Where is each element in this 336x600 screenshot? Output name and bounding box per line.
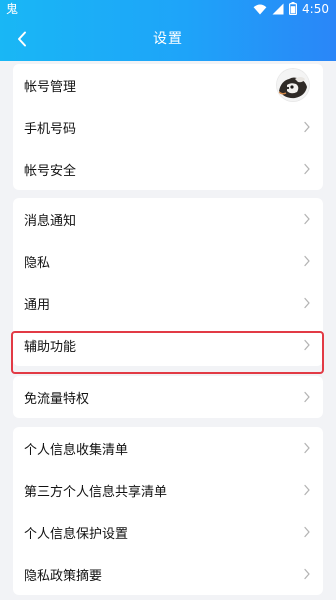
chevron-right-icon xyxy=(304,213,310,225)
account-management-label: 帐号管理 xyxy=(24,79,77,95)
chevron-right-icon xyxy=(304,526,310,538)
general-row[interactable]: 通用 xyxy=(13,282,323,324)
free-data-privilege-label: 免流量特权 xyxy=(24,391,90,407)
privacy-policy-summary-label: 隐私政策摘要 xyxy=(24,568,103,584)
phone-number-label: 手机号码 xyxy=(24,121,77,137)
header: 鬼 4:50 设置 xyxy=(0,0,336,61)
chevron-right-icon xyxy=(304,255,310,267)
nav-bar: 设置 xyxy=(0,19,336,59)
privacy-row[interactable]: 隐私 xyxy=(13,240,323,282)
status-time: 4:50 xyxy=(302,2,329,16)
status-app-icon: 鬼 xyxy=(6,2,19,16)
wifi-icon xyxy=(253,0,267,19)
message-notification-label: 消息通知 xyxy=(24,213,77,229)
privacy-policy-summary-row[interactable]: 隐私政策摘要 xyxy=(13,553,323,595)
general-label: 通用 xyxy=(24,297,51,313)
phone-number-row[interactable]: 手机号码 xyxy=(13,106,323,148)
general-settings-group: 消息通知 隐私 通用 辅助功能 xyxy=(13,198,323,366)
account-security-row[interactable]: 帐号安全 xyxy=(13,148,323,190)
account-settings-group: 帐号管理 手机号码 帐号安全 xyxy=(13,64,323,190)
personal-info-protection-settings-label: 个人信息保护设置 xyxy=(24,526,129,542)
accessibility-label: 辅助功能 xyxy=(24,339,77,355)
privacy-label: 隐私 xyxy=(24,255,51,271)
personal-info-protection-settings-row[interactable]: 个人信息保护设置 xyxy=(13,511,323,553)
account-security-label: 帐号安全 xyxy=(24,163,77,179)
page-title: 设置 xyxy=(153,31,183,47)
chevron-right-icon xyxy=(304,297,310,309)
third-party-sharing-list-label: 第三方个人信息共享清单 xyxy=(24,484,168,500)
message-notification-row[interactable]: 消息通知 xyxy=(13,198,323,240)
third-party-sharing-list-row[interactable]: 第三方个人信息共享清单 xyxy=(13,469,323,511)
status-bar: 鬼 4:50 xyxy=(0,0,336,19)
chevron-right-icon xyxy=(304,442,310,454)
data-privilege-group: 免流量特权 xyxy=(13,376,323,418)
avatar xyxy=(277,69,309,101)
chevron-right-icon xyxy=(304,484,310,496)
chevron-right-icon xyxy=(304,339,310,351)
signal-icon xyxy=(272,0,284,19)
chevron-right-icon xyxy=(304,391,310,403)
account-management-row[interactable]: 帐号管理 xyxy=(13,64,323,106)
personal-info-group: 个人信息收集清单 第三方个人信息共享清单 个人信息保护设置 隐私政策摘要 xyxy=(13,427,323,595)
battery-icon xyxy=(289,0,298,19)
chevron-right-icon xyxy=(304,568,310,580)
personal-info-collection-list-row[interactable]: 个人信息收集清单 xyxy=(13,427,323,469)
free-data-privilege-row[interactable]: 免流量特权 xyxy=(13,376,323,418)
personal-info-collection-list-label: 个人信息收集清单 xyxy=(24,442,129,458)
chevron-right-icon xyxy=(304,121,310,133)
status-indicators: 4:50 xyxy=(253,0,329,19)
accessibility-row[interactable]: 辅助功能 xyxy=(13,324,323,366)
chevron-right-icon xyxy=(304,163,310,175)
